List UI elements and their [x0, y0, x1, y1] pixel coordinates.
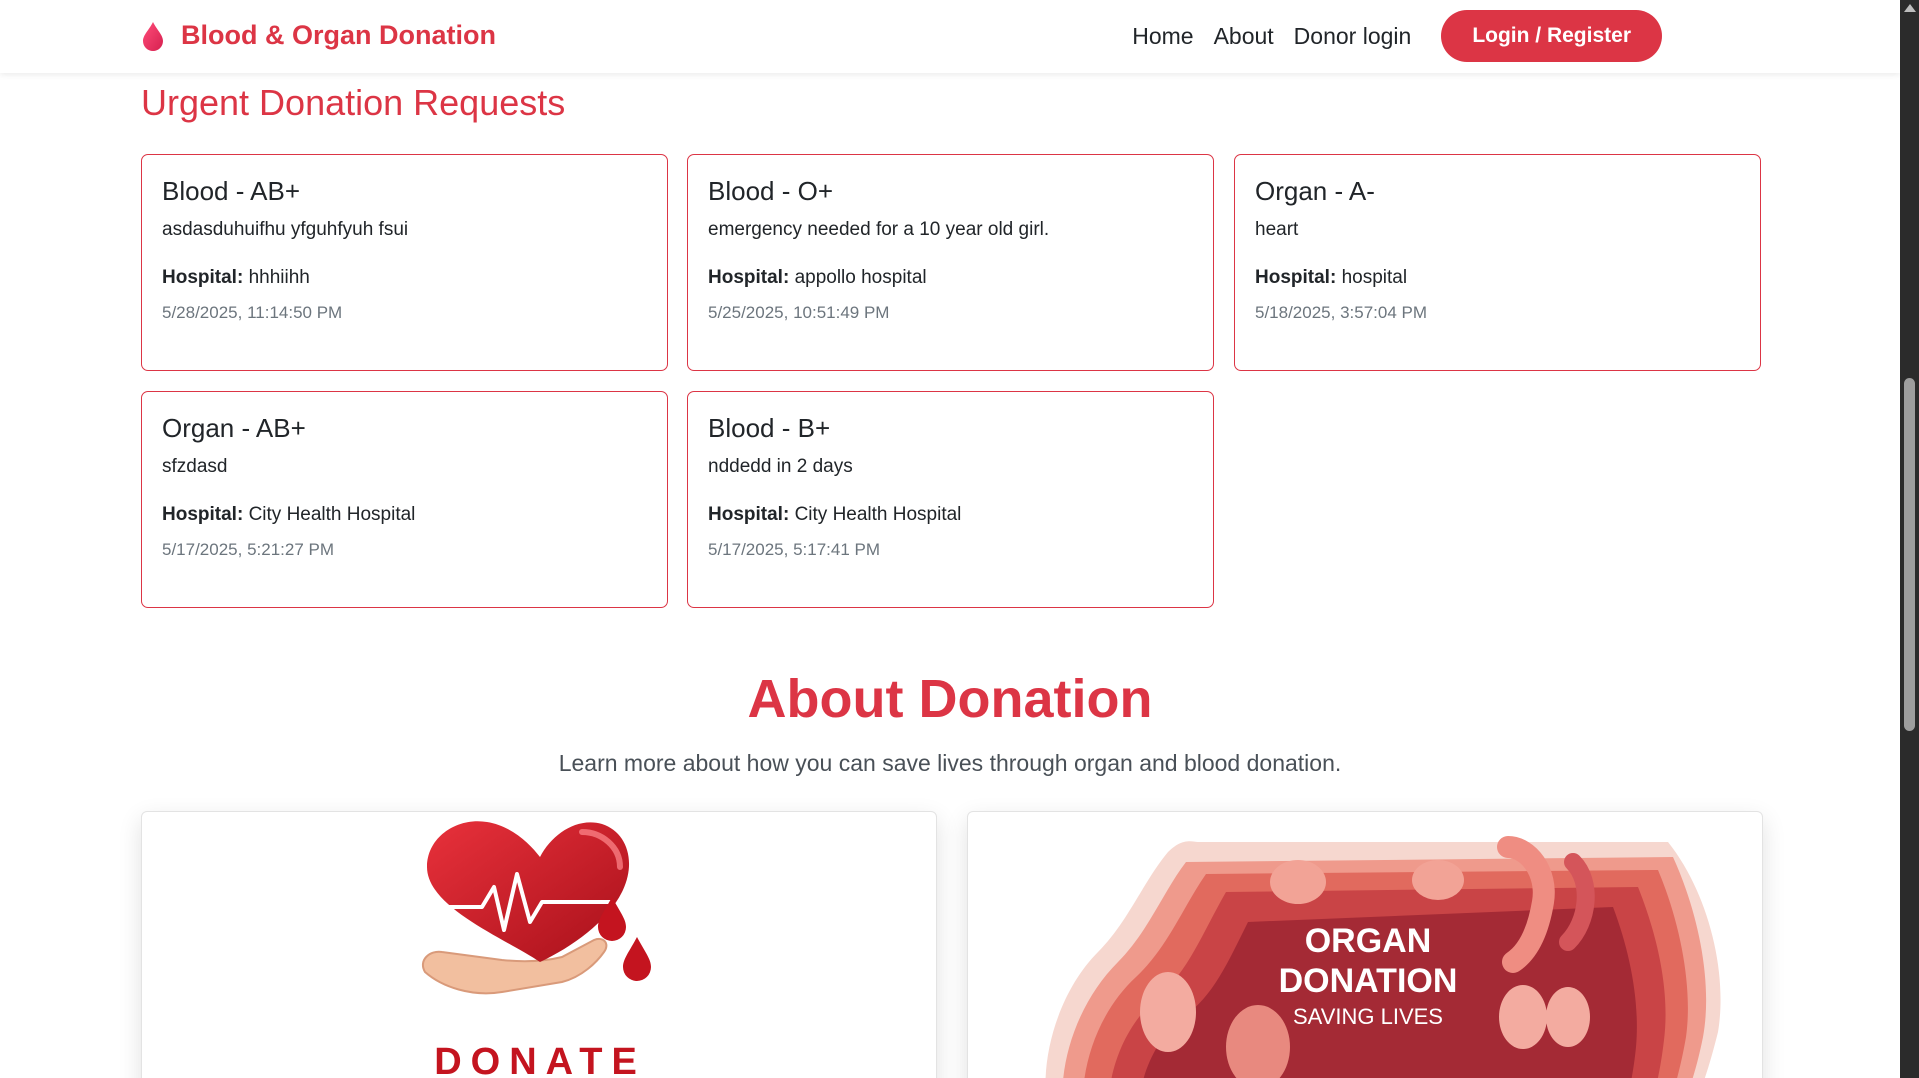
- hospital-name: City Health Hospital: [248, 504, 416, 525]
- navbar: Blood & Organ Donation Home About Donor …: [0, 0, 1900, 73]
- hospital-label: Hospital:: [1255, 267, 1337, 288]
- request-description: sfzdasd: [162, 456, 228, 477]
- request-card: Blood - AB+ asdasduhuifhu yfguhfyuh fsui…: [141, 154, 668, 371]
- page: Blood & Organ Donation Home About Donor …: [0, 0, 1900, 1078]
- request-card: Blood - B+ nddedd in 2 days Hospital: Ci…: [687, 391, 1214, 608]
- request-card: Organ - A- heart Hospital: hospital 5/18…: [1234, 154, 1761, 371]
- hospital-label: Hospital:: [162, 504, 244, 525]
- request-title: Organ - AB+: [162, 413, 306, 443]
- request-hospital: Hospital: appollo hospital: [708, 267, 1193, 289]
- organ-text: ORGAN: [1305, 922, 1432, 960]
- request-description: heart: [1255, 219, 1299, 240]
- about-card-blood: DONATE: [141, 811, 937, 1078]
- hospital-name: City Health Hospital: [794, 504, 962, 525]
- request-card: Blood - O+ emergency needed for a 10 yea…: [687, 154, 1214, 371]
- request-hospital: Hospital: hospital: [1255, 267, 1740, 289]
- request-description: emergency needed for a 10 year old girl.: [708, 219, 1050, 240]
- request-time: 5/17/2025, 5:21:27 PM: [162, 540, 335, 559]
- request-description: asdasduhuifhu yfguhfyuh fsui: [162, 219, 409, 240]
- request-hospital: Hospital: hhhiihh: [162, 267, 647, 289]
- request-title: Blood - O+: [708, 176, 834, 206]
- about-donation-subtitle: Learn more about how you can save lives …: [558, 750, 1342, 776]
- hospital-label: Hospital:: [162, 267, 244, 288]
- donate-text: DONATE: [434, 1041, 646, 1078]
- hospital-name: appollo hospital: [794, 267, 927, 288]
- request-time: 5/28/2025, 11:14:50 PM: [162, 303, 343, 322]
- hospital-name: hhhiihh: [248, 267, 310, 288]
- scroll-up-arrow-icon[interactable]: [1904, 4, 1916, 12]
- hospital-label: Hospital:: [708, 267, 790, 288]
- nav-donor-login[interactable]: Donor login: [1294, 23, 1412, 50]
- request-time: 5/17/2025, 5:17:41 PM: [708, 540, 881, 559]
- scrollbar[interactable]: [1900, 0, 1919, 1078]
- browser-viewport: Blood & Organ Donation Home About Donor …: [0, 0, 1919, 1078]
- about-card-organ: ORGAN DONATION SAVING LIVES: [967, 811, 1763, 1078]
- heart-hand-donate-icon: DONATE: [422, 821, 651, 1078]
- about-donation-title: About Donation: [747, 669, 1153, 729]
- blood-drop-icon: [143, 21, 163, 51]
- hospital-label: Hospital:: [708, 504, 790, 525]
- request-title: Organ - A-: [1255, 176, 1375, 206]
- request-hospital: Hospital: City Health Hospital: [708, 504, 1193, 526]
- saving-lives-text: SAVING LIVES: [1293, 1004, 1443, 1029]
- urgent-requests-title: Urgent Donation Requests: [141, 82, 566, 123]
- login-register-button[interactable]: Login / Register: [1441, 10, 1662, 62]
- request-hospital: Hospital: City Health Hospital: [162, 504, 647, 526]
- nav-about[interactable]: About: [1214, 23, 1274, 50]
- hospital-name: hospital: [1341, 267, 1408, 288]
- request-time: 5/25/2025, 10:51:49 PM: [708, 303, 890, 322]
- request-title: Blood - AB+: [162, 176, 301, 206]
- request-description: nddedd in 2 days: [708, 456, 853, 477]
- request-card: Organ - AB+ sfzdasd Hospital: City Healt…: [141, 391, 668, 608]
- nav-home[interactable]: Home: [1132, 23, 1193, 50]
- scrollbar-thumb[interactable]: [1904, 378, 1915, 731]
- organ-donation-illustration: ORGAN DONATION SAVING LIVES: [1045, 836, 1721, 1078]
- request-time: 5/18/2025, 3:57:04 PM: [1255, 303, 1428, 322]
- donation-text: DONATION: [1279, 962, 1458, 1000]
- request-title: Blood - B+: [708, 413, 831, 443]
- nav-links: Home About Donor login Login / Register: [1132, 10, 1662, 62]
- brand-link[interactable]: Blood & Organ Donation: [141, 20, 496, 51]
- brand-text: Blood & Organ Donation: [181, 20, 496, 50]
